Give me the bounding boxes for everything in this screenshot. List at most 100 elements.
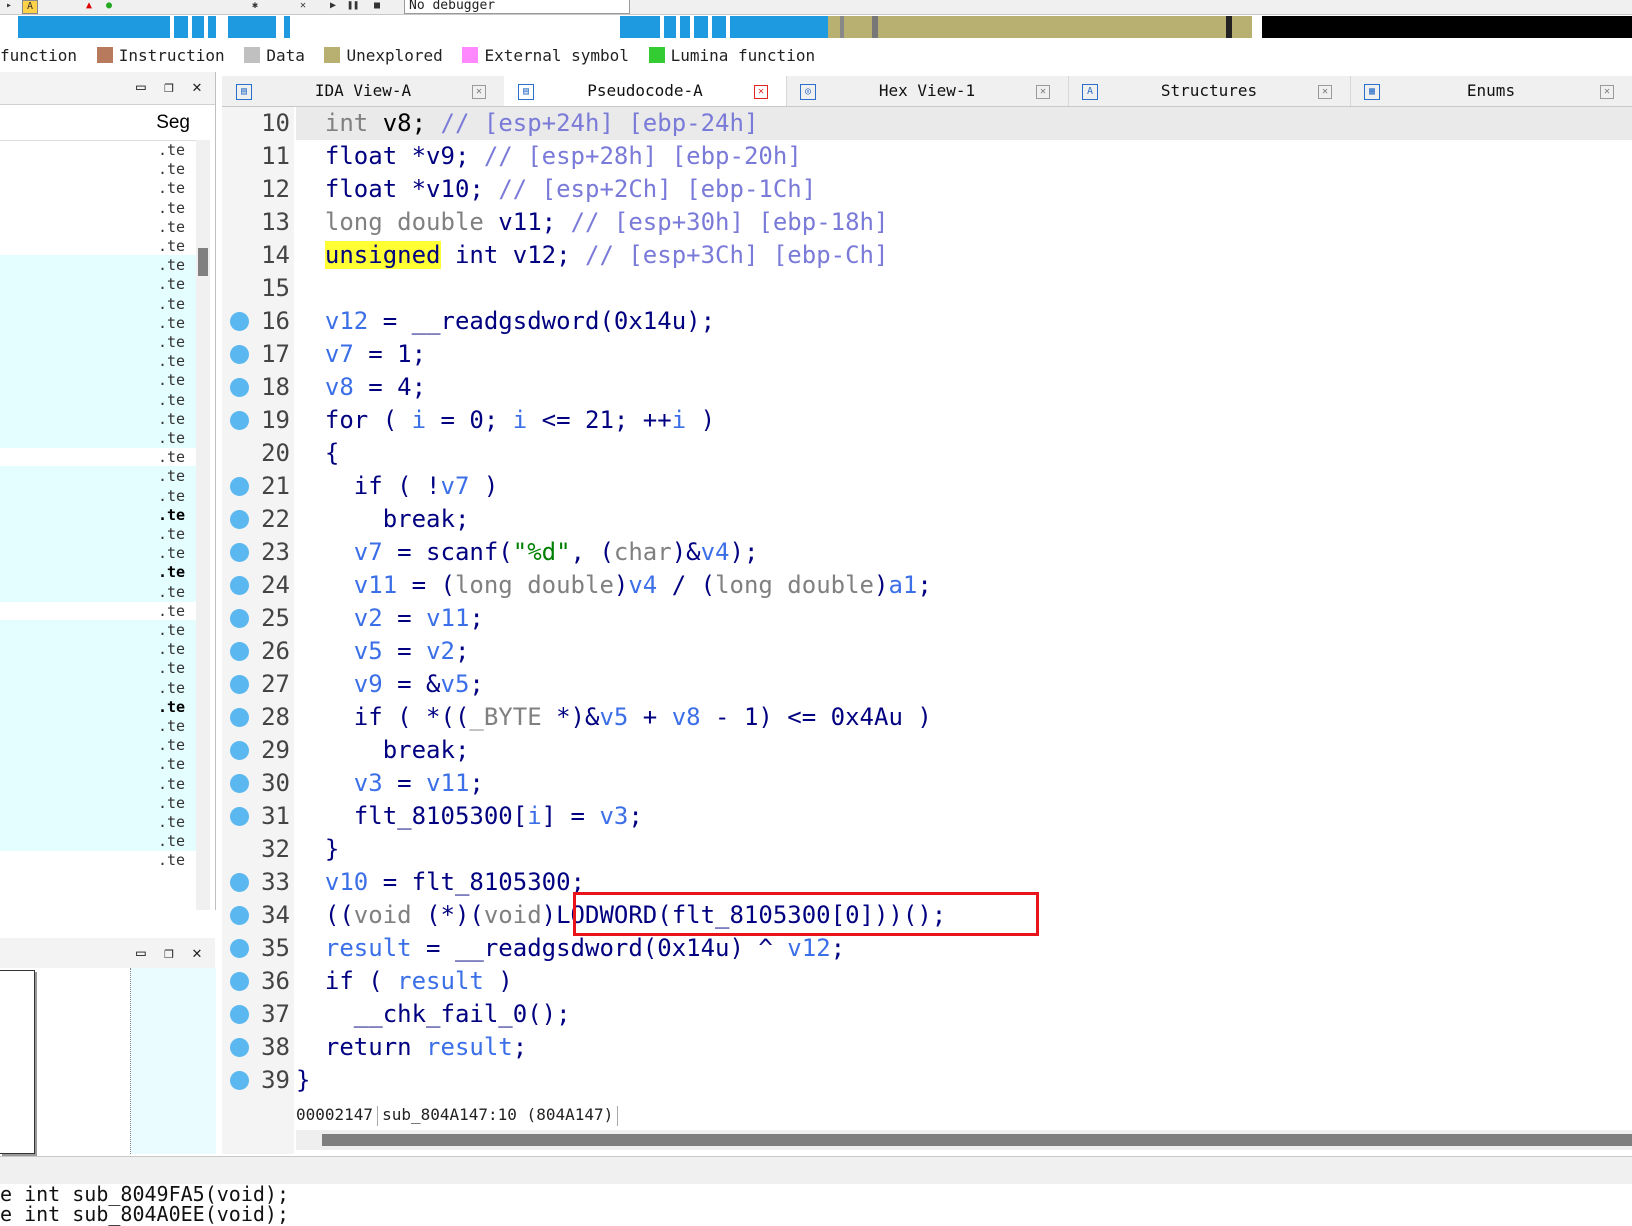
breakpoint-dot-icon[interactable] bbox=[230, 576, 249, 595]
breakpoint-dot-icon[interactable] bbox=[230, 939, 249, 958]
code-line[interactable]: if ( result ) bbox=[296, 965, 1632, 998]
code-line[interactable]: v11 = (long double)v4 / (long double)a1; bbox=[296, 569, 1632, 602]
breakpoint-dot-icon[interactable] bbox=[230, 1038, 249, 1057]
segment-row[interactable]: .te bbox=[0, 255, 196, 276]
tab-enums[interactable]: ▦ Enums ✕ bbox=[1350, 76, 1632, 106]
breakpoint-dot-icon[interactable] bbox=[230, 345, 249, 364]
breakpoint-dot-icon[interactable] bbox=[230, 642, 249, 661]
code-line[interactable]: } bbox=[296, 833, 1632, 866]
close-icon[interactable]: ✕ bbox=[188, 78, 206, 96]
breakpoint-dot-icon[interactable] bbox=[230, 741, 249, 760]
segment-row[interactable]: .te bbox=[0, 620, 196, 640]
code-line[interactable]: break; bbox=[296, 503, 1632, 536]
code-line[interactable]: v8 = 4; bbox=[296, 371, 1632, 404]
breakpoint-dot-icon[interactable] bbox=[230, 411, 249, 430]
segment-column-header[interactable]: Seg bbox=[0, 106, 196, 141]
segment-row[interactable]: .te bbox=[0, 658, 196, 679]
segment-row[interactable]: .te bbox=[0, 140, 196, 160]
tab-close-icon[interactable]: ✕ bbox=[472, 85, 486, 99]
segment-row[interactable]: .te bbox=[0, 716, 196, 736]
restore-icon[interactable]: ❐ bbox=[160, 944, 178, 962]
segment-row[interactable]: .te bbox=[0, 754, 196, 775]
toolbar-font-icon[interactable]: A bbox=[22, 0, 38, 14]
toolbar-play-icon[interactable]: ▶ bbox=[326, 0, 340, 12]
toolbar-star-icon[interactable]: ✱ bbox=[248, 0, 262, 12]
navigation-band[interactable] bbox=[0, 16, 1632, 38]
code-line[interactable]: v5 = v2; bbox=[296, 635, 1632, 668]
code-line[interactable] bbox=[296, 272, 1632, 305]
segment-row[interactable]: .te bbox=[0, 178, 196, 198]
breakpoint-dot-icon[interactable] bbox=[230, 675, 249, 694]
code-line[interactable]: break; bbox=[296, 734, 1632, 767]
tab-close-icon[interactable]: ✕ bbox=[754, 85, 768, 99]
code-line[interactable]: return result; bbox=[296, 1031, 1632, 1064]
toolbar-pause-icon[interactable]: ❚❚ bbox=[346, 0, 360, 12]
breakpoint-dot-icon[interactable] bbox=[230, 807, 249, 826]
restore-icon[interactable]: ❐ bbox=[160, 78, 178, 96]
segment-row[interactable]: .te bbox=[0, 198, 196, 218]
segment-row[interactable]: .te bbox=[0, 831, 196, 852]
segment-row[interactable]: .te bbox=[0, 504, 196, 525]
code-line[interactable]: } bbox=[296, 1064, 1632, 1097]
segment-row[interactable]: .te bbox=[0, 236, 196, 256]
breakpoint-dot-icon[interactable] bbox=[230, 708, 249, 727]
segment-row[interactable]: .te bbox=[0, 428, 196, 448]
code-line[interactable]: v12 = __readgsdword(0x14u); bbox=[296, 305, 1632, 338]
breakpoint-dot-icon[interactable] bbox=[230, 378, 249, 397]
code-line[interactable]: for ( i = 0; i <= 21; ++i ) bbox=[296, 404, 1632, 437]
pseudocode-view[interactable]: int v8; // [esp+24h] [ebp-24h] float *v9… bbox=[296, 107, 1632, 1122]
segment-row[interactable]: .te bbox=[0, 812, 196, 832]
breakpoint-dot-icon[interactable] bbox=[230, 477, 249, 496]
code-line[interactable]: long double v11; // [esp+30h] [ebp-18h] bbox=[296, 206, 1632, 239]
segment-row[interactable]: .te bbox=[0, 696, 196, 717]
code-line[interactable]: __chk_fail_0(); bbox=[296, 998, 1632, 1031]
segment-row[interactable]: .te bbox=[0, 159, 196, 179]
code-line[interactable]: v7 = scanf("%d", (char)&v4); bbox=[296, 536, 1632, 569]
segment-row[interactable]: .te bbox=[0, 332, 196, 352]
segment-row[interactable]: .te bbox=[0, 408, 196, 429]
code-line[interactable]: if ( *((_BYTE *)&v5 + v8 - 1) <= 0x4Au ) bbox=[296, 701, 1632, 734]
maximize-icon[interactable]: ▭ bbox=[132, 78, 150, 96]
breakpoint-dot-icon[interactable] bbox=[230, 609, 249, 628]
code-line[interactable]: result = __readgsdword(0x14u) ^ v12; bbox=[296, 932, 1632, 965]
code-line[interactable]: flt_8105300[i] = v3; bbox=[296, 800, 1632, 833]
code-line[interactable]: { bbox=[296, 437, 1632, 470]
tab-close-icon[interactable]: ✕ bbox=[1600, 85, 1614, 99]
breakpoint-dot-icon[interactable] bbox=[230, 972, 249, 991]
code-line[interactable]: v2 = v11; bbox=[296, 602, 1632, 635]
segment-row[interactable]: .te bbox=[0, 370, 196, 391]
code-line[interactable]: v3 = v11; bbox=[296, 767, 1632, 800]
code-line[interactable]: unsigned int v12; // [esp+3Ch] [ebp-Ch] bbox=[296, 239, 1632, 272]
breakpoint-dot-icon[interactable] bbox=[230, 543, 249, 562]
breakpoint-dot-icon[interactable] bbox=[230, 873, 249, 892]
segment-row[interactable]: .te bbox=[0, 293, 196, 314]
toolbar-start-icon[interactable]: ● bbox=[102, 0, 116, 12]
segment-row[interactable]: .te bbox=[0, 524, 196, 544]
scrollbar-thumb[interactable] bbox=[198, 248, 208, 276]
breakpoint-dot-icon[interactable] bbox=[230, 510, 249, 529]
segment-row[interactable]: .te bbox=[0, 312, 196, 333]
code-line[interactable]: if ( !v7 ) bbox=[296, 470, 1632, 503]
segment-row[interactable]: .te bbox=[0, 735, 196, 756]
segment-row[interactable]: .te bbox=[0, 773, 196, 794]
code-line[interactable]: v7 = 1; bbox=[296, 338, 1632, 371]
close-icon[interactable]: ✕ bbox=[188, 944, 206, 962]
mini-graph[interactable] bbox=[0, 970, 35, 1154]
toolbar-arrow-icon[interactable]: ▸ bbox=[2, 0, 16, 12]
segment-row[interactable]: .te bbox=[0, 485, 196, 506]
segment-row[interactable]: .te bbox=[0, 466, 196, 487]
debugger-select[interactable]: No debugger bbox=[404, 0, 630, 14]
tab-structures[interactable]: A Structures ✕ bbox=[1068, 76, 1351, 106]
breakpoint-dot-icon[interactable] bbox=[230, 1005, 249, 1024]
code-line[interactable]: int v8; // [esp+24h] [ebp-24h] bbox=[296, 107, 1632, 140]
tab-hex-view-1[interactable]: ◎ Hex View-1 ✕ bbox=[786, 76, 1069, 106]
maximize-icon[interactable]: ▭ bbox=[132, 944, 150, 962]
segment-row[interactable]: .te bbox=[0, 792, 196, 813]
breakpoint-dot-icon[interactable] bbox=[230, 774, 249, 793]
horizontal-scrollbar-thumb[interactable] bbox=[322, 1134, 1632, 1146]
segment-row[interactable]: .te bbox=[0, 351, 196, 372]
segment-row[interactable]: .te bbox=[0, 562, 196, 583]
tab-close-icon[interactable]: ✕ bbox=[1036, 85, 1050, 99]
toolbar-stop-icon[interactable]: ▲ bbox=[82, 0, 96, 12]
toolbar-square-icon[interactable]: ■ bbox=[370, 0, 384, 12]
